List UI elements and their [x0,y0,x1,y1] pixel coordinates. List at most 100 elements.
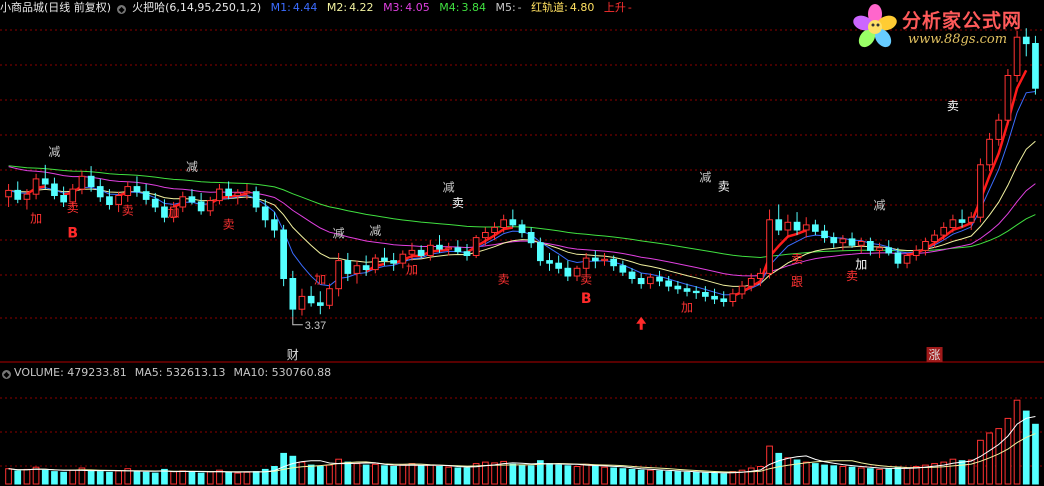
signal-label: 卖 [452,196,464,210]
candle-up [949,219,957,229]
volume-bar-up [903,467,911,485]
candle-up [500,219,507,229]
signal-label: 减 [874,199,886,213]
candle-down [821,230,828,239]
candle-down [307,295,315,304]
candle-down [14,189,22,200]
volume-bar-down [87,470,95,485]
buy-b-label: B [67,226,78,242]
volume-bar-up [876,468,883,485]
volume-bar-up [747,467,755,485]
candle-up [729,293,737,302]
candle-down [106,196,113,206]
volume-bar-down [317,466,324,485]
volume-bar-down [96,471,104,485]
signal-label: 加 [314,273,326,287]
volume-bar-down [151,472,159,485]
flower-logo-icon [853,4,897,48]
candle-down [133,186,141,193]
volume-bar-down [775,452,783,485]
volume-bar-down [619,468,627,485]
candle-down [271,219,278,231]
volume-bar-down [711,472,718,485]
signal-label: 加 [30,211,42,225]
volume-header: ◆ VOLUME: 479233.81 MA5: 532613.13 MA10: 53… [2,366,339,380]
candle-down [537,242,544,262]
volume-bar-down [656,470,663,485]
candle-down [518,224,526,234]
candle-up [784,221,792,231]
candle-down [225,188,233,197]
volume-bar-up [912,466,920,485]
volume-bar-up [326,464,333,485]
candle-up [977,164,984,218]
volume-bar-down [546,463,553,485]
signal-label: 卖 [498,273,510,287]
candle-up [922,241,929,251]
indicator-params: (6,14,95,250,1,2) [165,1,262,14]
candle-up [857,241,865,246]
volume-bar-down [271,466,278,485]
volume-bar-up [802,461,810,485]
signal-label: 卖 [580,273,592,287]
candle-up [876,247,883,251]
volume-bar-down [692,471,700,485]
candle-down [830,237,838,244]
candle-up [482,232,489,239]
candle-down [692,290,700,294]
candle-up [986,138,993,166]
candle-up [353,265,361,274]
signal-label: 卖 [122,204,134,218]
candle-down [894,252,902,264]
volume-bar-down [390,466,397,485]
candle-up [78,175,86,190]
signal-label: 减 [48,145,60,159]
volume-bar-up [573,466,581,485]
volume-bar-down [637,469,645,485]
candle-down [619,265,627,273]
candle-down [674,285,682,290]
volume-bar-down [197,472,205,485]
stock-name[interactable]: 小商品城(日线 前复权) [0,1,111,14]
volume-bar-up [408,463,416,485]
volume-bar-down [848,466,856,485]
candle-up [69,188,77,203]
indicator-name[interactable]: 火把哈 [132,1,165,14]
candle-down [151,198,159,208]
signal-label: 卖 [947,99,959,113]
volume-bar-down [417,465,425,485]
candle-down [381,257,388,262]
candle-down [656,276,663,282]
candle-up [757,272,764,279]
volume-bar-up [1004,417,1012,485]
volume-bar-up [23,468,31,485]
volume-bar-down [51,471,58,485]
volume-bar-down [665,471,672,485]
candle-down [436,244,443,250]
volume-settings-icon[interactable]: ◆ [2,370,11,379]
volume-bar-down [628,468,636,485]
candle-down [564,267,572,277]
candle-up [408,249,416,255]
candle-up [967,216,975,223]
volume-bar-down [14,470,22,485]
volume-bar-down [142,471,150,485]
volume-bar-down [527,465,535,485]
volume-bar-down [289,455,297,485]
candle-down [720,298,728,302]
indicator-settings-icon[interactable]: ◆ [117,5,127,14]
volume-bar-up [179,470,187,485]
candle-up [647,276,654,285]
candle-up [472,237,480,257]
candle-down [775,219,783,231]
volume-bar-up [243,471,251,485]
volume-bar-down [307,464,315,485]
event-tag: 财 [287,348,299,362]
candle-up [372,257,379,271]
candle-up [179,196,187,208]
volume-bar-down [436,466,443,485]
signal-label: 减 [186,160,198,174]
volume-bar-down [60,471,67,485]
candle-down [41,178,49,185]
candle-down [463,251,471,256]
